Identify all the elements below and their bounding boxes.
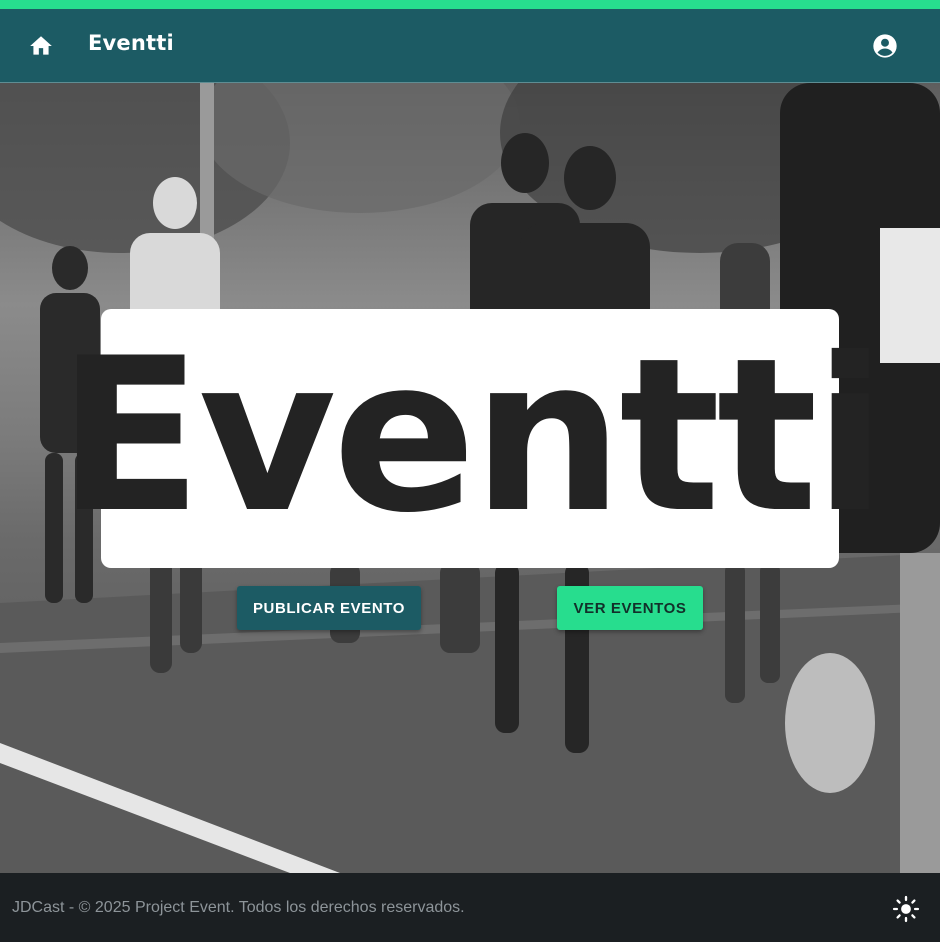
- hero-section: Eventti PUBLICAR EVENTO VER EVENTOS: [0, 83, 940, 873]
- brand-title[interactable]: Eventti: [88, 31, 174, 55]
- sun-icon: [892, 895, 920, 923]
- home-icon: [30, 36, 52, 55]
- view-events-button[interactable]: VER EVENTOS: [557, 586, 703, 630]
- account-button[interactable]: [870, 31, 900, 61]
- footer-copyright: JDCast - © 2025 Project Event. Todos los…: [12, 899, 465, 916]
- top-accent-strip: [0, 0, 940, 9]
- app-bar: Eventti: [0, 9, 940, 83]
- theme-toggle-button[interactable]: [890, 893, 922, 925]
- hero-logo-text: Eventti: [57, 311, 886, 559]
- account-circle-icon: [873, 34, 897, 58]
- footer: JDCast - © 2025 Project Event. Todos los…: [0, 873, 940, 942]
- publish-event-button[interactable]: PUBLICAR EVENTO: [237, 586, 421, 630]
- home-button[interactable]: [26, 31, 56, 61]
- logo-card: Eventti: [57, 309, 887, 568]
